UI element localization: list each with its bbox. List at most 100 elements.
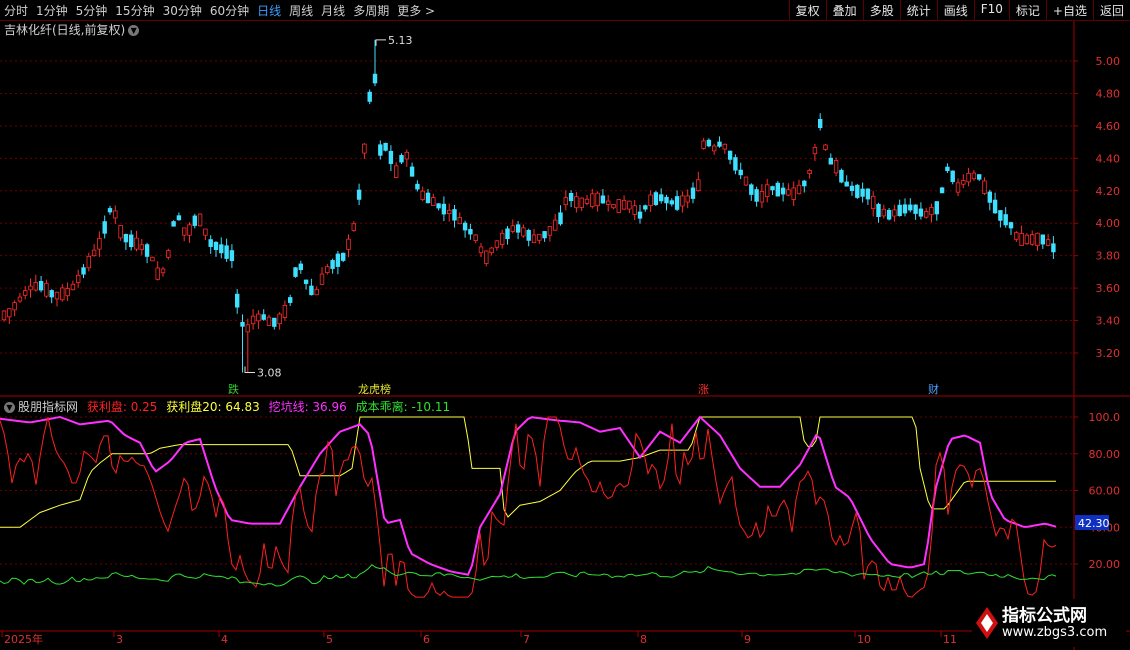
candle-body (876, 203, 881, 217)
price-tick-label: 4.20 (1096, 185, 1121, 198)
candle-body (277, 313, 282, 325)
x-tick-label: 8 (640, 633, 647, 646)
event-tag: 龙虎榜 (358, 382, 391, 396)
candle-body (775, 182, 780, 197)
candle-body (1035, 232, 1040, 247)
candle-body (86, 255, 91, 269)
x-tick-label: 7 (523, 633, 530, 646)
candle-body (282, 304, 288, 318)
candle-body (378, 144, 383, 156)
candle-body (309, 285, 314, 296)
candle-body (60, 287, 65, 301)
candle-body (839, 169, 844, 183)
candle-body (632, 205, 637, 215)
candle-body (881, 208, 886, 217)
candle-body (494, 240, 500, 248)
readout-profit: 获利盘: 0.25 (86, 400, 158, 414)
low-marker-line (244, 366, 255, 373)
candle-body (452, 209, 457, 221)
candle-body (913, 204, 918, 214)
candle-body (160, 268, 166, 274)
candle-body (659, 194, 664, 202)
chevron-down-icon[interactable]: ▼ (4, 402, 15, 413)
candle-body (955, 182, 961, 193)
candle-body (627, 200, 632, 210)
candle-body (266, 316, 272, 326)
candle-body (823, 144, 828, 150)
candle-body (192, 215, 197, 226)
candle-body (982, 180, 987, 194)
candle-body (7, 308, 12, 318)
candle-body (945, 166, 950, 172)
candle-body (902, 204, 908, 214)
candle-body (712, 145, 717, 152)
candle-body (738, 169, 743, 176)
candle-body (542, 231, 547, 239)
candle-body (346, 238, 351, 250)
candle-body (314, 288, 319, 296)
candle-body (743, 176, 749, 186)
chart-axes: 5.00 4.80 4.60 4.40 4.20 4.00 3.80 3.60 3.40 3.20… (0, 21, 1130, 650)
candle-body (701, 140, 706, 149)
candle-body (91, 249, 97, 257)
candle-body (865, 188, 871, 200)
candle-body (118, 224, 123, 239)
readout-pit-line: 挖坑线: 36.96 (268, 400, 347, 414)
candle-body (664, 196, 669, 204)
candle-body (796, 184, 802, 195)
candle-body (606, 200, 611, 205)
candlestick-series (1, 39, 1056, 373)
candle-body (998, 210, 1003, 221)
kline-chart[interactable]: 5.00 4.80 4.60 4.40 4.20 4.00 3.80 3.60 3.40 3.20… (0, 0, 1130, 650)
candle-body (992, 199, 998, 214)
candle-body (961, 180, 966, 185)
candle-body (420, 190, 425, 200)
candle-body (362, 143, 367, 154)
candle-body (812, 147, 818, 155)
chart-grid (0, 60, 1074, 565)
candle-body (696, 179, 701, 192)
candle-body (298, 263, 303, 271)
candle-body (733, 157, 738, 171)
candle-body (484, 250, 489, 264)
candle-body (399, 155, 404, 163)
candle-body (272, 317, 277, 327)
x-tick-label: 6 (423, 633, 430, 646)
candle-body (335, 253, 341, 267)
candle-body (181, 227, 187, 236)
candle-body (531, 234, 537, 244)
x-tick-label: 4 (221, 633, 228, 646)
indicator-name[interactable]: 股朋指标网 (18, 400, 78, 414)
candle-body (966, 172, 971, 183)
x-tick-label: 11 (943, 633, 957, 646)
candle-body (187, 224, 192, 236)
candle-body (939, 187, 945, 194)
candle-body (754, 189, 759, 202)
candle-body (12, 302, 17, 311)
candle-body (849, 185, 855, 191)
readout-profit20: 获利盘20: 64.83 (166, 400, 260, 414)
x-tick-label: 9 (744, 633, 751, 646)
candle-body (786, 189, 791, 196)
candle-body (462, 222, 468, 231)
candle-body (22, 290, 28, 296)
candle-body (367, 91, 372, 102)
series-profit20-line (0, 416, 1056, 528)
candle-body (457, 217, 462, 225)
candle-body (765, 184, 770, 197)
candle-body (844, 181, 849, 187)
candle-body (409, 166, 415, 177)
candle-body (1014, 232, 1019, 240)
candle-body (616, 199, 621, 213)
candle-body (240, 321, 245, 327)
candle-body (934, 201, 939, 215)
candle-body (65, 288, 70, 297)
watermark-url: www.zbgs3.com (1002, 625, 1108, 640)
candle-body (637, 211, 643, 219)
price-tick-label: 4.40 (1096, 152, 1121, 165)
candle-body (44, 282, 49, 297)
price-tick-label: 4.60 (1096, 120, 1121, 133)
candle-body (780, 187, 786, 195)
price-tick-label: 4.00 (1096, 217, 1121, 230)
candle-body (669, 200, 674, 205)
